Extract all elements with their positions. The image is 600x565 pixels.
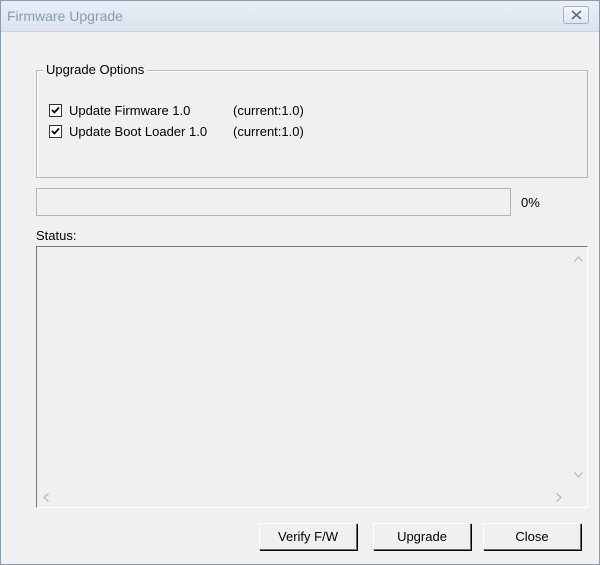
firmware-current-version: (current:1.0) — [233, 103, 304, 118]
status-horizontal-scrollbar[interactable] — [37, 490, 570, 507]
update-firmware-checkbox[interactable] — [49, 104, 62, 117]
close-icon — [571, 10, 582, 20]
scroll-up-arrow-icon[interactable] — [574, 254, 583, 265]
scroll-right-arrow-icon[interactable] — [556, 493, 562, 505]
scroll-down-arrow-icon[interactable] — [574, 470, 583, 481]
upgrade-options-label: Upgrade Options — [43, 62, 148, 77]
checkmark-icon — [51, 127, 60, 135]
progress-percent: 0% — [521, 195, 540, 210]
status-log[interactable] — [36, 246, 588, 508]
window-title: Firmware Upgrade — [7, 8, 123, 24]
upgrade-button[interactable]: Upgrade — [373, 523, 471, 550]
boot-loader-current-version: (current:1.0) — [233, 124, 304, 139]
title-bar: Firmware Upgrade — [1, 1, 599, 32]
upgrade-options-group: Upgrade Options Update Firmware 1.0 (cur… — [36, 62, 588, 178]
scroll-left-arrow-icon[interactable] — [43, 493, 49, 505]
status-label: Status: — [36, 228, 77, 243]
update-boot-loader-label: Update Boot Loader 1.0 — [69, 124, 208, 139]
update-boot-loader-checkbox[interactable] — [49, 125, 62, 138]
upgrade-progress-bar — [36, 188, 511, 216]
close-button[interactable]: Close — [483, 523, 581, 550]
verify-firmware-button[interactable]: Verify F/W — [259, 523, 357, 550]
window-close-button[interactable] — [563, 6, 589, 24]
status-vertical-scrollbar[interactable] — [570, 247, 587, 490]
firmware-upgrade-dialog: Firmware Upgrade Upgrade Options Update … — [0, 0, 600, 565]
update-firmware-label: Update Firmware 1.0 — [69, 103, 191, 118]
checkmark-icon — [51, 106, 60, 114]
